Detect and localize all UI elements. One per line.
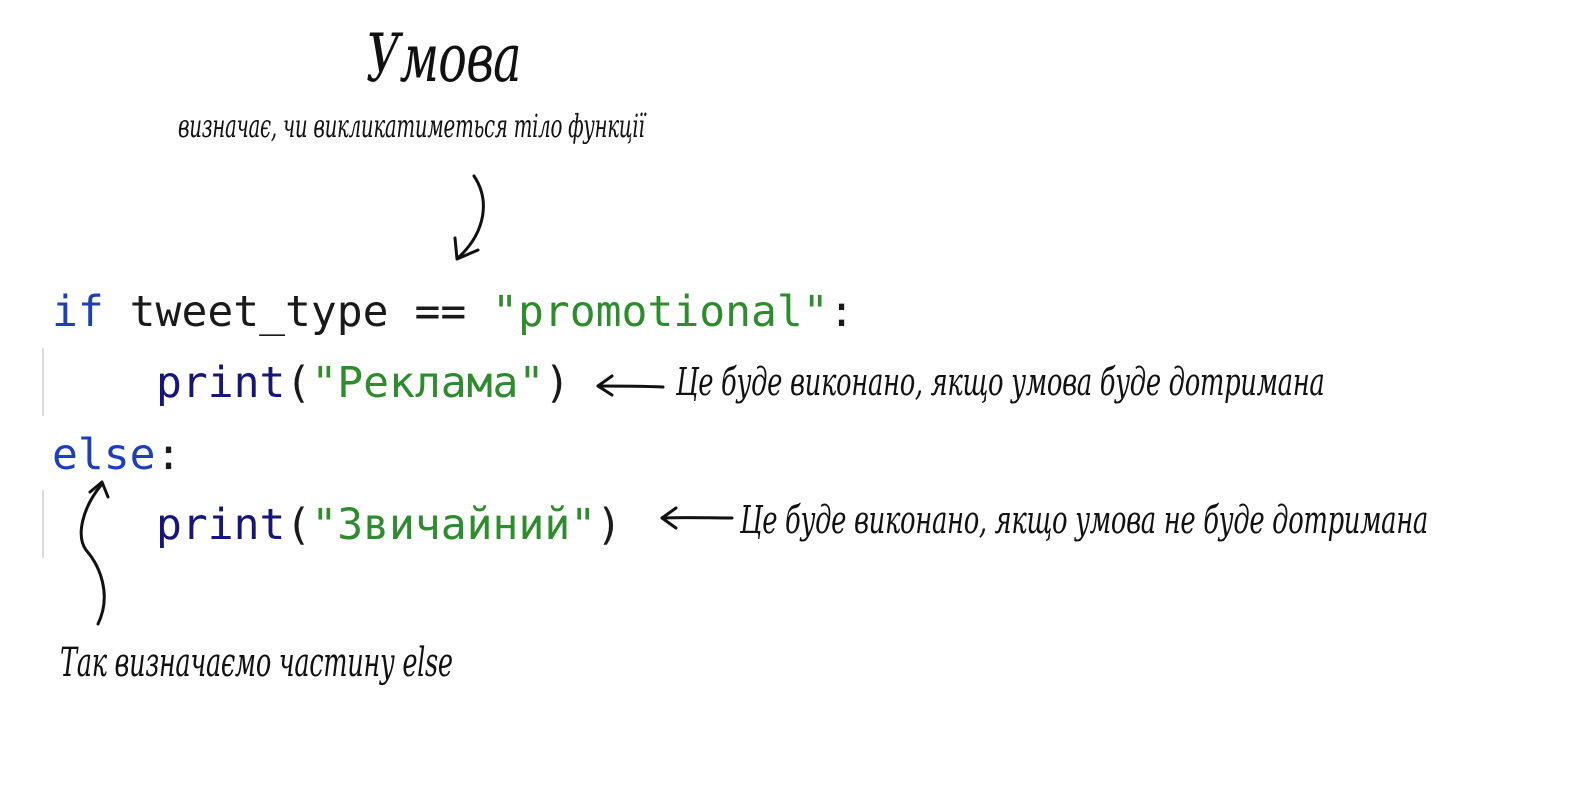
arrow-to-print-true [596, 384, 665, 389]
annotation-arrows [79, 174, 734, 626]
arrow-to-else [79, 482, 106, 626]
arrow-to-condition [456, 174, 485, 260]
